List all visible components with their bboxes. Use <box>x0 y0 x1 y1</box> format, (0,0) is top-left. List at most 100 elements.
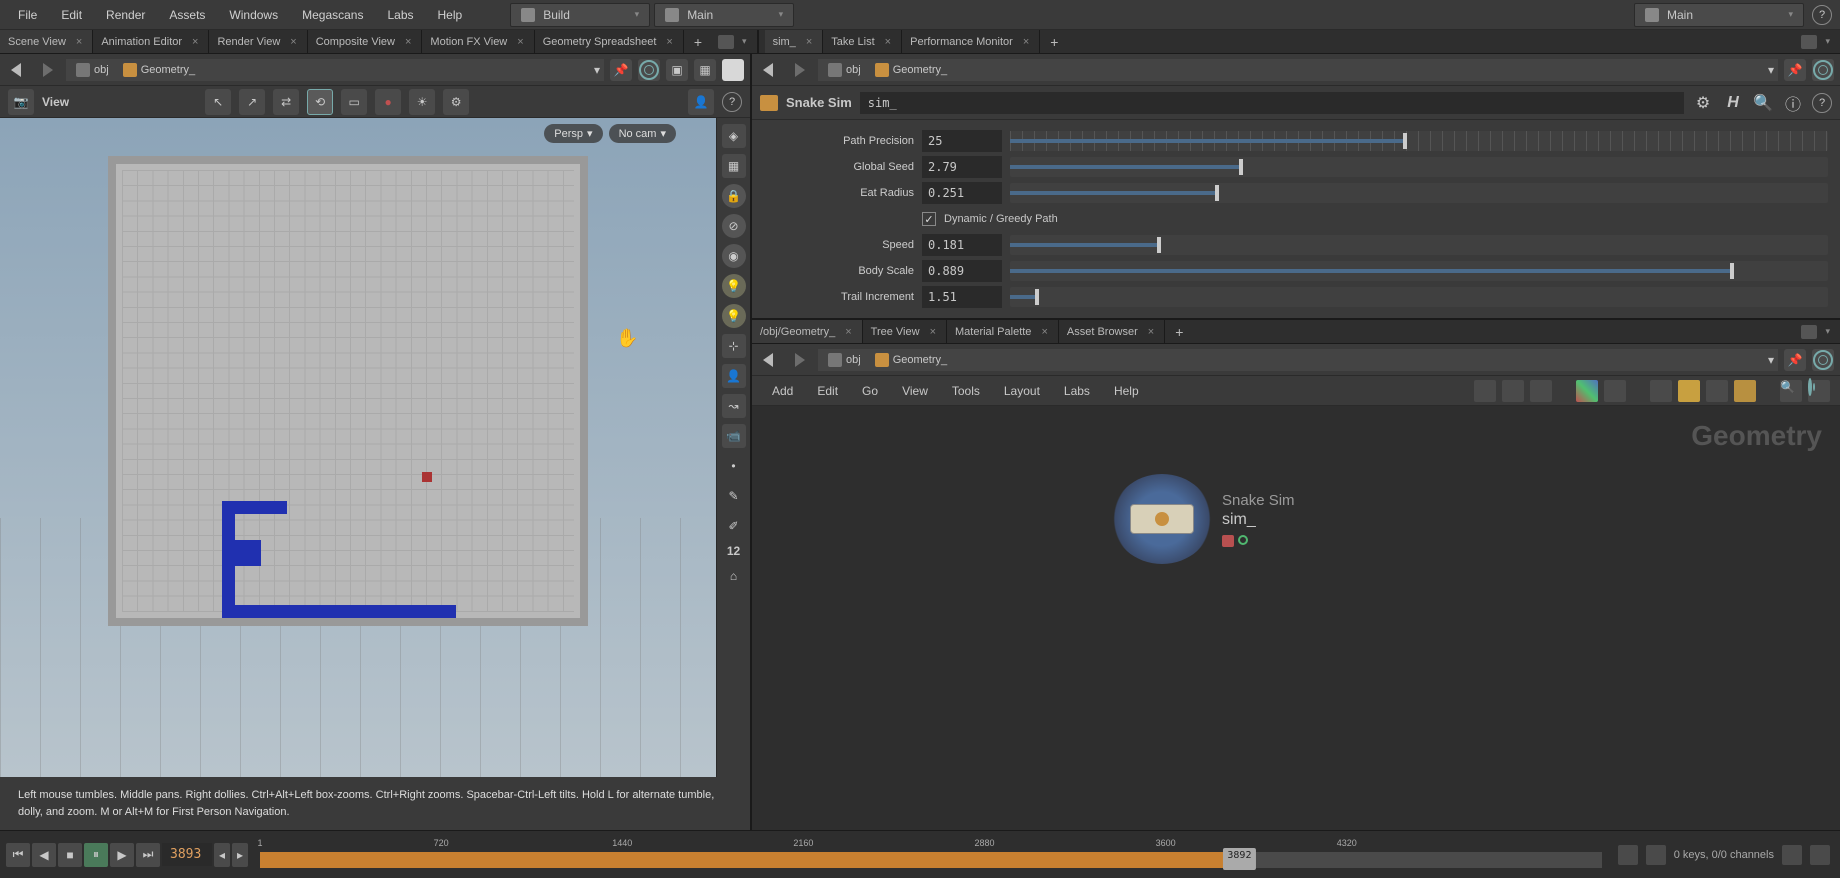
net-edit[interactable]: Edit <box>807 380 848 402</box>
move-tool-icon[interactable]: ⇄ <box>273 89 299 115</box>
pin-icon[interactable]: 📌 <box>1784 349 1806 371</box>
tab-add-lower[interactable]: + <box>1165 320 1193 343</box>
timeline-track[interactable]: 172014402160288036004320 3892 <box>260 838 1602 872</box>
trail-inc-value[interactable]: 1.51 <box>922 286 1002 308</box>
tab-asset-browser[interactable]: Asset Browser× <box>1059 320 1165 343</box>
grid-icon[interactable] <box>1604 380 1626 402</box>
rotate-tool-icon[interactable]: ⟲ <box>307 89 333 115</box>
select-tool-icon[interactable]: ↖ <box>205 89 231 115</box>
chevron-down-icon[interactable]: ▾ <box>1768 353 1774 367</box>
menu-edit[interactable]: Edit <box>51 4 92 26</box>
play-button[interactable]: ⏸ <box>84 843 108 867</box>
person2-icon[interactable]: 👤 <box>722 364 746 388</box>
nocam-pill[interactable]: No cam ▾ <box>609 124 676 143</box>
menu-assets[interactable]: Assets <box>159 4 215 26</box>
camera-icon[interactable]: 📷 <box>8 89 34 115</box>
chevron-down-icon[interactable]: ▾ <box>738 36 751 47</box>
info-icon[interactable]: ⓘ <box>1782 92 1804 114</box>
chevron-down-icon[interactable]: ▾ <box>1768 63 1774 77</box>
desktop-dropdown[interactable]: Main ▾ <box>1634 3 1804 27</box>
tab--obj-geometry-[interactable]: /obj/Geometry_× <box>752 320 863 343</box>
tab-render-view[interactable]: Render View× <box>209 30 307 53</box>
path-geom[interactable]: Geometry_ <box>869 351 953 369</box>
eat-radius-value[interactable]: 0.251 <box>922 182 1002 204</box>
close-icon[interactable]: × <box>928 326 938 338</box>
close-icon[interactable]: × <box>190 36 200 48</box>
tab-take-list[interactable]: Take List× <box>823 30 902 53</box>
close-icon[interactable]: × <box>403 36 413 48</box>
nav-back-icon[interactable] <box>758 348 782 372</box>
tab-animation-editor[interactable]: Animation Editor× <box>93 30 209 53</box>
tab-sim-[interactable]: sim_× <box>765 30 824 53</box>
scope-icon[interactable] <box>1782 845 1802 865</box>
menu-file[interactable]: File <box>8 4 47 26</box>
help-icon[interactable]: ? <box>1812 93 1832 113</box>
network-canvas[interactable]: Geometry Snake Sim sim_ <box>752 406 1840 830</box>
nav-fwd-icon[interactable] <box>788 348 812 372</box>
pin-icon[interactable]: 📌 <box>610 59 632 81</box>
camera-pill[interactable]: Persp ▾ <box>544 124 602 143</box>
net-add[interactable]: Add <box>762 380 803 402</box>
cube2-icon[interactable]: ▦ <box>694 59 716 81</box>
path-obj[interactable]: obj <box>70 61 115 79</box>
tab-add-right[interactable]: + <box>1040 30 1068 53</box>
help-icon[interactable]: ? <box>722 92 742 112</box>
menu-megascans[interactable]: Megascans <box>292 4 373 26</box>
menu-render[interactable]: Render <box>96 4 155 26</box>
net-help[interactable]: Help <box>1104 380 1149 402</box>
tab-tree-view[interactable]: Tree View× <box>863 320 947 343</box>
help-icon[interactable]: ? <box>1812 5 1832 25</box>
body-scale-value[interactable]: 0.889 <box>922 260 1002 282</box>
main-dropdown[interactable]: Main ▾ <box>654 3 794 27</box>
light-tool-icon[interactable]: ☀ <box>409 89 435 115</box>
net-tools[interactable]: Tools <box>942 380 990 402</box>
dot-icon[interactable]: • <box>722 454 746 478</box>
path-obj[interactable]: obj <box>822 351 867 369</box>
close-icon[interactable]: × <box>1039 326 1049 338</box>
lasso-tool-icon[interactable]: ↗ <box>239 89 265 115</box>
step-back-button[interactable]: ◂ <box>214 843 230 867</box>
node-path-field[interactable]: sim_ <box>860 92 1684 114</box>
ring-link-icon[interactable] <box>638 59 660 81</box>
lock-icon[interactable]: 🔒 <box>722 184 746 208</box>
next-frame-button[interactable]: ▶ <box>110 843 134 867</box>
pin-icon[interactable]: 📌 <box>1784 59 1806 81</box>
tab-performance-monitor[interactable]: Performance Monitor× <box>902 30 1040 53</box>
tool-icon[interactable]: ⌂ <box>722 564 746 588</box>
chevron-down-icon[interactable]: ▾ <box>1821 326 1834 337</box>
tab-geometry-spreadsheet[interactable]: Geometry Spreadsheet× <box>535 30 684 53</box>
path-breadcrumb[interactable]: obj Geometry_ ▾ <box>818 59 1778 81</box>
close-icon[interactable]: × <box>804 36 814 48</box>
tab-add-left[interactable]: + <box>684 30 712 53</box>
path-precision-slider[interactable] <box>1010 131 1828 151</box>
lines-icon[interactable] <box>1530 380 1552 402</box>
blank-icon[interactable] <box>722 59 744 81</box>
speed-value[interactable]: 0.181 <box>922 234 1002 256</box>
close-icon[interactable]: × <box>515 36 525 48</box>
net-view[interactable]: View <box>892 380 938 402</box>
search-icon[interactable]: 🔍 <box>1752 92 1774 114</box>
cam2-icon[interactable]: 📹 <box>722 424 746 448</box>
tab-composite-view[interactable]: Composite View× <box>308 30 423 53</box>
tab-motion-fx-view[interactable]: Motion FX View× <box>422 30 534 53</box>
path-geom[interactable]: Geometry_ <box>117 61 201 79</box>
build-dropdown[interactable]: Build ▾ <box>510 3 650 27</box>
nav-fwd-icon[interactable] <box>788 58 812 82</box>
image-icon[interactable] <box>1706 380 1728 402</box>
curve-icon[interactable]: ↝ <box>722 394 746 418</box>
first-frame-button[interactable]: ⏮ <box>6 843 30 867</box>
menu-help[interactable]: Help <box>428 4 473 26</box>
close-icon[interactable]: × <box>288 36 298 48</box>
trail-inc-slider[interactable] <box>1010 287 1828 307</box>
step-fwd-button[interactable]: ▸ <box>232 843 248 867</box>
tab-material-palette[interactable]: Material Palette× <box>947 320 1059 343</box>
global-seed-slider[interactable] <box>1010 157 1828 177</box>
body-scale-slider[interactable] <box>1010 261 1828 281</box>
prev-frame-button[interactable]: ◀ <box>32 843 56 867</box>
tab-scene-view[interactable]: Scene View× <box>0 30 93 53</box>
path-breadcrumb[interactable]: obj Geometry_ ▾ <box>66 59 604 81</box>
brush-icon[interactable]: ✎ <box>722 484 746 508</box>
nav-back-icon[interactable] <box>758 58 782 82</box>
cube-icon[interactable]: ▣ <box>666 59 688 81</box>
net-go[interactable]: Go <box>852 380 888 402</box>
